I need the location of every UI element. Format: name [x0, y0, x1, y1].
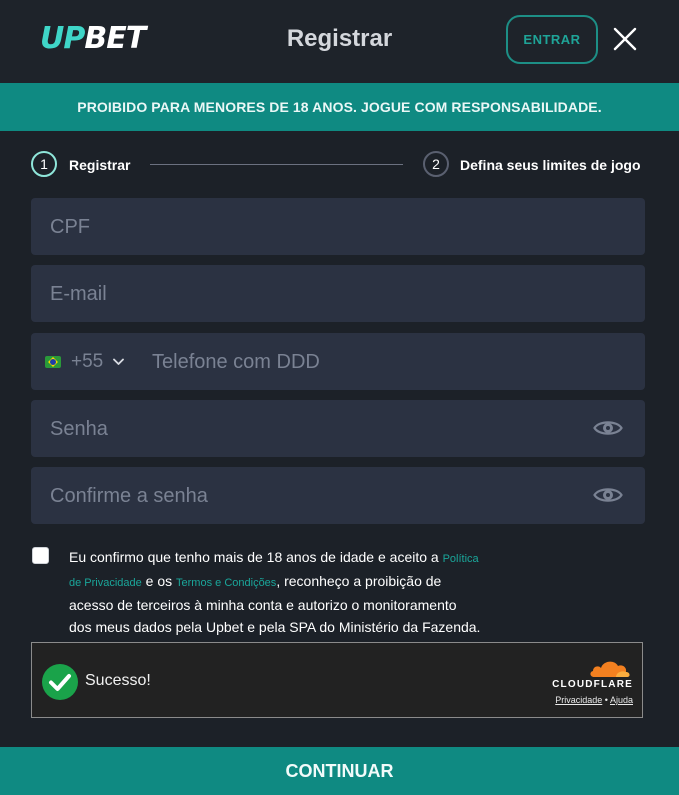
confirm-password-placeholder: Confirme a senha [50, 485, 208, 507]
step-2-label: Defina seus limites de jogo [460, 157, 641, 173]
cloudflare-wordmark: CLOUDFLARE [552, 679, 633, 690]
age-warning-banner: PROIBIDO PARA MENORES DE 18 ANOS. JOGUE … [0, 83, 679, 131]
cloudflare-captcha: Sucesso! CLOUDFLARE Privacidade • Ajuda [31, 642, 643, 718]
brazil-flag-icon [45, 356, 61, 368]
step-1-label: Registrar [69, 157, 131, 173]
terms-line4: dos meus dados pela Upbet e pela SPA do … [69, 619, 481, 635]
registration-stepper: 1 Registrar 2 Defina seus limites de jog… [31, 150, 645, 178]
cloudflare-links: Privacidade • Ajuda [555, 695, 633, 705]
email-field[interactable]: E-mail [31, 265, 645, 322]
phone-field[interactable]: +55 Telefone com DDD [31, 333, 645, 390]
terms-part2: e os [141, 573, 177, 589]
chevron-down-icon [113, 358, 125, 365]
terms-part1: Eu confirmo que tenho mais de 18 anos de… [69, 549, 443, 565]
privacy-policy-link-a[interactable]: Política [443, 553, 479, 565]
terms-text: Eu confirmo que tenho mais de 18 anos de… [69, 546, 529, 638]
links-separator: • [604, 695, 608, 705]
header: UPBET Registrar ENTRAR [0, 0, 679, 83]
terms-checkbox[interactable] [32, 547, 49, 564]
privacy-link[interactable]: Privacidade [555, 695, 602, 705]
continue-button[interactable]: CONTINUAR [0, 747, 679, 795]
phone-placeholder: Telefone com DDD [152, 351, 320, 373]
step-2-number: 2 [423, 151, 449, 177]
email-placeholder: E-mail [50, 283, 107, 305]
step-divider [150, 164, 403, 165]
close-icon[interactable] [612, 26, 638, 52]
cpf-placeholder: CPF [50, 216, 90, 238]
dial-code: +55 [71, 351, 104, 372]
captcha-status: Sucesso! [85, 672, 151, 689]
show-confirm-password-eye-icon[interactable] [593, 484, 623, 506]
cpf-field[interactable]: CPF [31, 198, 645, 255]
show-password-eye-icon[interactable] [593, 417, 623, 439]
login-button[interactable]: ENTRAR [506, 15, 598, 64]
terms-part3: , reconheço a proibição de [276, 573, 442, 589]
password-placeholder: Senha [50, 418, 108, 440]
country-code-selector[interactable]: +55 [45, 350, 125, 374]
cloudflare-cloud-icon [590, 661, 630, 677]
help-link[interactable]: Ajuda [610, 695, 633, 705]
confirm-password-field[interactable]: Confirme a senha [31, 467, 645, 524]
password-field[interactable]: Senha [31, 400, 645, 457]
terms-line3: acesso de terceiros à minha conta e auto… [69, 597, 457, 613]
step-1-number: 1 [31, 151, 57, 177]
privacy-policy-link-b[interactable]: de Privacidade [69, 577, 142, 589]
terms-conditions-link[interactable]: Termos e Condições [176, 577, 276, 589]
success-check-icon [42, 664, 78, 700]
